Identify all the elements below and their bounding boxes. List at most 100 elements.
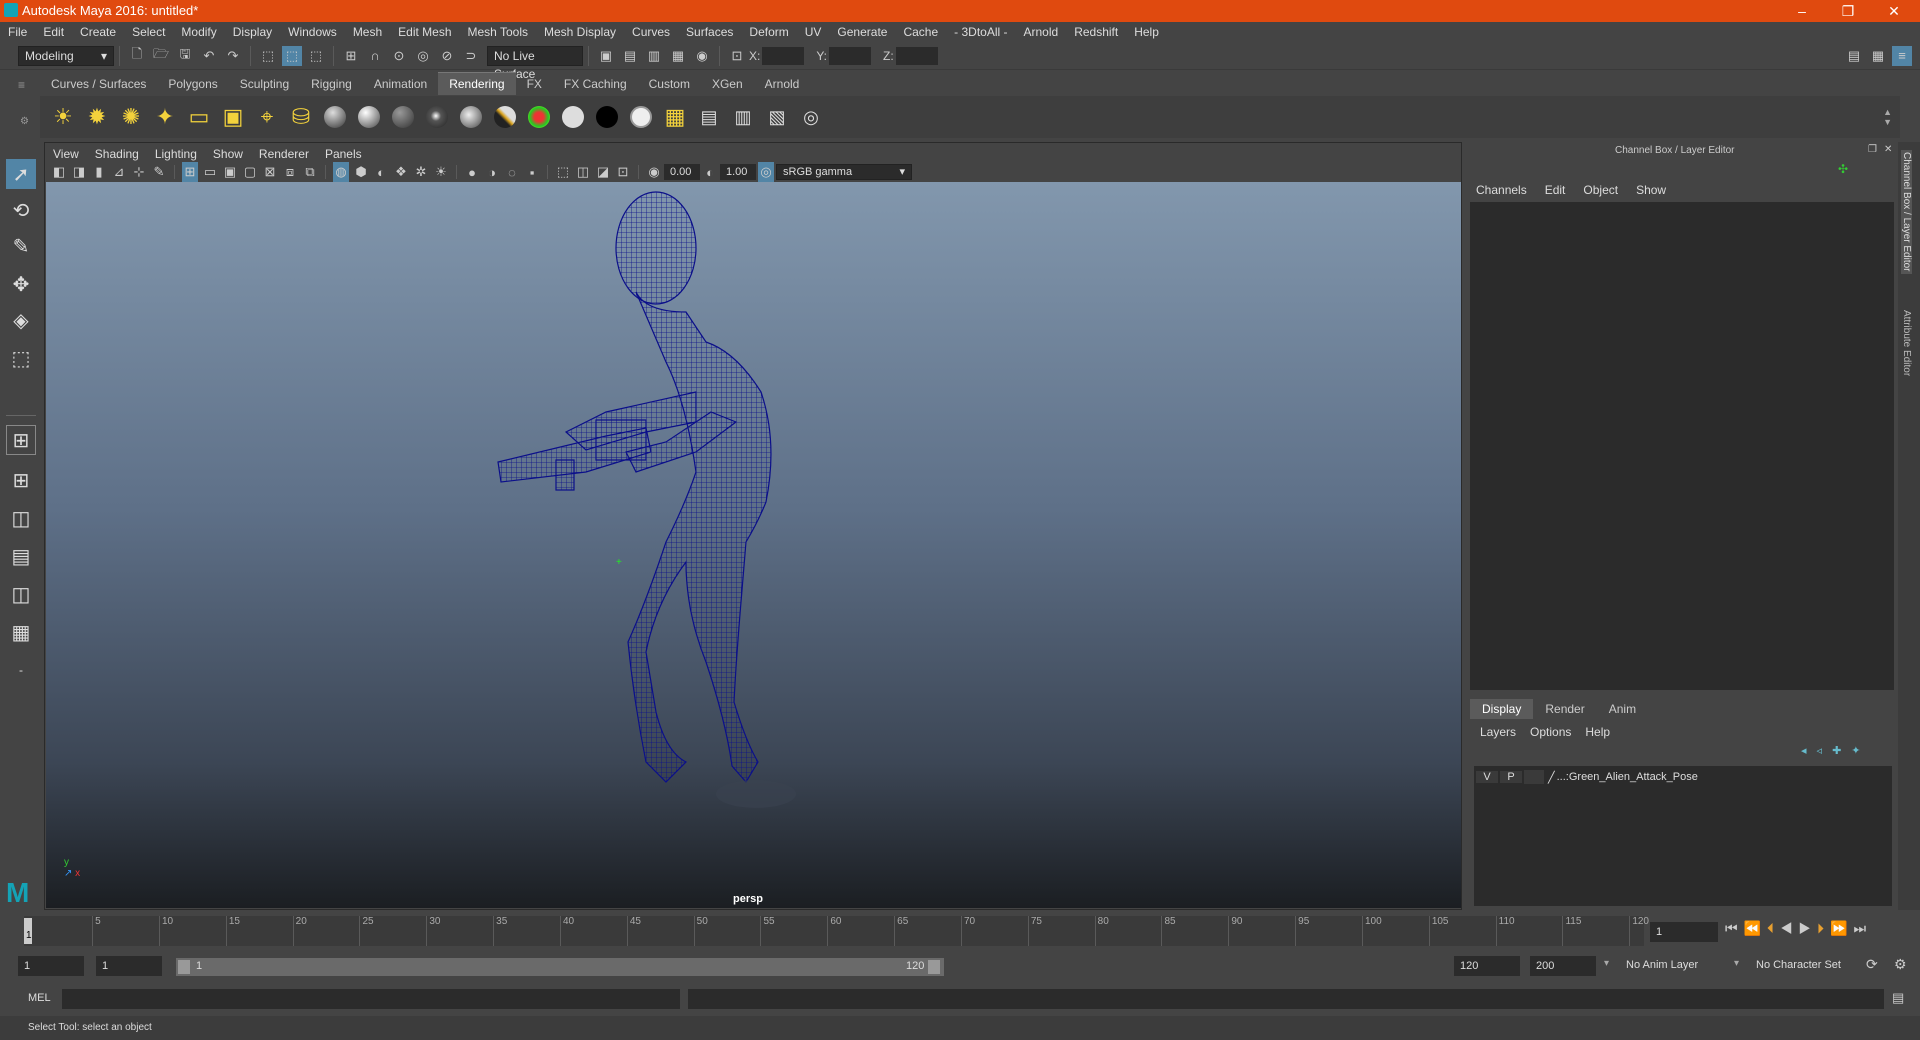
menu-item[interactable]: Windows [280,22,345,42]
blinn-shader-icon[interactable] [355,103,383,131]
ambient-occlusion-icon[interactable]: ● [464,162,480,182]
ramp-shader-icon[interactable] [525,103,553,131]
close-panel-icon[interactable]: ✕ [1884,144,1892,155]
layer-tab-render[interactable]: Render [1533,699,1596,719]
smooth-shade-icon[interactable]: ⬢ [353,162,369,182]
viewport-menu-item[interactable]: View [45,145,87,163]
render-settings-icon[interactable]: ▦ [668,46,688,66]
exposure-icon[interactable]: ◉ [646,162,662,182]
viewport-menu-item[interactable]: Lighting [147,145,205,163]
safe-title-icon[interactable]: ⧉ [302,162,318,182]
snap-point-icon[interactable]: ⊙ [389,46,409,66]
auto-key-icon[interactable]: ⟳ [1866,956,1878,973]
menu-item[interactable]: Mesh [345,22,390,42]
shelf-menu-icon[interactable]: ≡ [18,78,25,92]
select-hierarchy-icon[interactable]: ⬚ [258,46,278,66]
directional-light-icon[interactable]: ✹ [83,103,111,131]
xray-active-icon[interactable]: ◪ [595,162,611,182]
graph-layout-icon[interactable]: ◫ [6,579,36,609]
step-back-key-icon[interactable]: ⏪ [1744,920,1767,936]
shelf-tab[interactable]: Arnold [754,73,811,95]
paint-select-icon[interactable]: ✎ [6,231,36,261]
textured-icon[interactable]: ❖ [393,162,409,182]
menu-item[interactable]: Help [1126,22,1167,42]
shelf-tab[interactable]: Custom [638,73,701,95]
menu-item[interactable]: Deform [741,22,796,42]
rotate-tool-icon[interactable]: ◈ [6,305,36,335]
layer-name[interactable]: ...:Green_Alien_Attack_Pose [1557,771,1698,783]
grid-icon[interactable]: ⊞ [182,162,198,182]
playback-end-field[interactable]: 120 [1454,956,1520,976]
depth-of-field-icon[interactable]: ▪ [524,162,540,182]
render-view-icon[interactable]: ▣ [596,46,616,66]
time-slider-track[interactable]: 1 5 10 15 20 25 30 35 40 45 50 55 60 65 70 75 80 85 90 95 1… [24,916,1649,946]
ambient-light-icon[interactable]: ☀ [49,103,77,131]
select-tool-icon[interactable]: ➚ [6,159,36,189]
channel-box-menu-item[interactable]: Channels [1476,183,1527,197]
close-icon[interactable]: ✕ [1872,0,1916,22]
phong-shader-icon[interactable] [423,103,451,131]
exposure-field[interactable]: 0.00 [664,164,700,180]
viewport-menu-item[interactable]: Show [205,145,251,163]
minimize-icon[interactable]: – [1780,0,1824,22]
mode-selector[interactable]: Modeling ▾ [18,45,114,66]
ipr-render-icon[interactable]: ▥ [644,46,664,66]
shelf-tab[interactable]: Sculpting [229,73,300,95]
menu-item[interactable]: Modify [173,22,224,42]
scale-tool-icon[interactable]: ⬚ [6,343,36,373]
layer-tab-display[interactable]: Display [1470,699,1534,719]
render-icon[interactable]: ▤ [620,46,640,66]
character-set-dropdown[interactable]: No Character Set [1750,956,1864,976]
motion-blur-icon[interactable]: ◑ [484,162,500,182]
bookmark-icon[interactable]: ▮ [91,162,107,182]
menu-item[interactable]: Edit Mesh [390,22,459,42]
shelf-options-icon[interactable]: ⚙ [20,116,29,127]
undo-icon[interactable]: ↶ [199,46,219,66]
layer-type-toggle[interactable] [1524,770,1544,784]
render-target-icon[interactable]: ◎ [797,103,825,131]
xray-icon[interactable]: ◫ [575,162,591,182]
spot-light-icon[interactable]: ✦ [151,103,179,131]
phonge-shader-icon[interactable] [457,103,485,131]
move-layer-down-icon[interactable]: ◃ [1817,744,1823,757]
lasso-tool-icon[interactable]: ⟲ [6,195,36,225]
grease-pencil-icon[interactable]: ✎ [151,162,167,182]
menu-item[interactable]: UV [797,22,830,42]
transform-input-icon[interactable]: ⊡ [727,46,747,66]
channel-box-menu-item[interactable]: Show [1636,183,1666,197]
menu-item[interactable]: Redshift [1066,22,1126,42]
anim-layer-dropdown[interactable]: No Anim Layer [1620,956,1724,976]
shelf-tab[interactable]: XGen [701,73,754,95]
render-settings-shelf-icon[interactable]: ▦ [661,103,689,131]
menu-item[interactable]: Display [225,22,280,42]
menu-item[interactable]: Cache [895,22,946,42]
wireframe-icon[interactable]: ◍ [333,162,349,182]
go-to-end-icon[interactable]: ⏭ [1853,920,1872,936]
volume-light-icon[interactable]: ▣ [219,103,247,131]
gamma-icon[interactable]: ◐ [702,162,718,182]
shelf-tab[interactable]: FX Caching [553,73,638,95]
new-scene-icon[interactable]: 🗋 [127,46,147,66]
lambert-shader-icon[interactable] [389,103,417,131]
redo-icon[interactable]: ↷ [223,46,243,66]
xray-joints-icon[interactable]: ⊡ [615,162,631,182]
workspace-icon[interactable]: ▤ [1844,46,1864,66]
single-pane-layout-icon[interactable]: ⊞ [6,425,36,455]
range-end-handle[interactable] [928,960,940,974]
live-surface-field[interactable]: No Live Surface [487,45,583,81]
hypershade-layout-icon[interactable]: ▦ [6,617,36,647]
side-tab-attribute-editor[interactable]: Attribute Editor [1901,310,1912,376]
custom-layout-icon[interactable]: - [6,655,36,685]
menu-item[interactable]: Arnold [1016,22,1067,42]
camera-select-icon[interactable]: ◧ [51,162,67,182]
shelf-scroll-icon[interactable]: ▲ ▼ [1883,107,1892,127]
field-chart-icon[interactable]: ⊠ [262,162,278,182]
menu-item[interactable]: Surfaces [678,22,741,42]
menu-item[interactable]: Create [72,22,124,42]
z-field[interactable] [895,46,938,65]
play-backward-icon[interactable]: ◀ [1780,920,1799,936]
camera-icon[interactable]: ⌖ [253,103,281,131]
menu-item[interactable]: File [0,22,35,42]
end-time-field[interactable]: 200 [1530,956,1596,976]
new-layer-icon[interactable]: ✦ [1851,744,1860,757]
